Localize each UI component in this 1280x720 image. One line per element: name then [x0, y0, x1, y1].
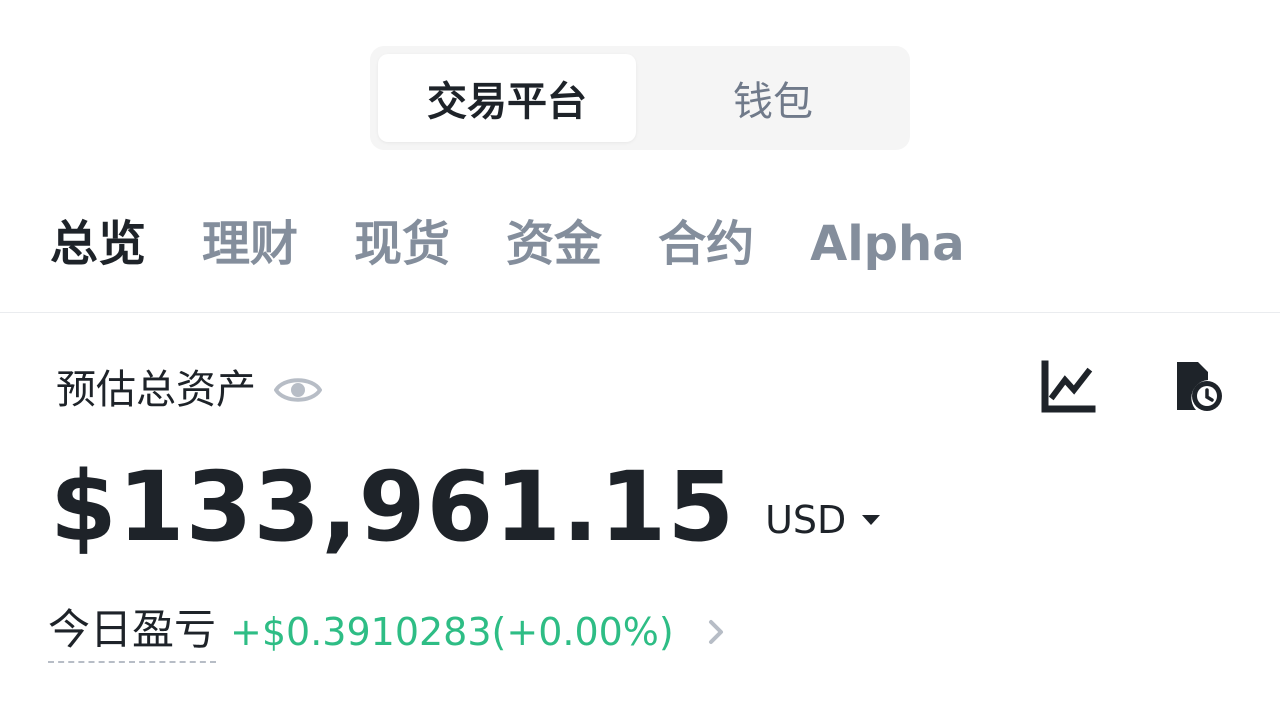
estimated-assets-label: 预估总资产: [56, 367, 256, 413]
caret-down-icon: [862, 515, 881, 525]
tab-funding[interactable]: 资金: [506, 208, 602, 280]
eye-icon[interactable]: [274, 373, 322, 407]
estimated-assets-header: 预估总资产: [56, 360, 322, 420]
tab-exchange[interactable]: 交易平台: [378, 54, 636, 142]
wallet-overview-screen: 交易平台 钱包 总览 理财 现货 资金 合约 Alpha 预估总资产 $133,…: [0, 0, 1280, 720]
tab-earn[interactable]: 理财: [202, 208, 298, 280]
currency-label: USD: [765, 498, 847, 542]
history-icon[interactable]: [1172, 360, 1224, 414]
balance-row: $133,961.15 USD: [50, 452, 882, 562]
tab-alpha[interactable]: Alpha: [810, 208, 965, 280]
currency-selector[interactable]: USD: [765, 478, 882, 562]
total-balance: $133,961.15: [50, 451, 736, 563]
tab-wallet[interactable]: 钱包: [644, 54, 902, 142]
today-pnl-value: +$0.3910283(+0.00%): [230, 610, 674, 654]
today-pnl-label[interactable]: 今日盈亏: [48, 601, 217, 663]
tab-futures[interactable]: 合约: [658, 208, 754, 280]
asset-tabs: 总览 理财 现货 资金 合约 Alpha: [50, 208, 965, 280]
account-type-switch: 交易平台 钱包: [370, 46, 910, 150]
chevron-right-icon[interactable]: [708, 619, 724, 645]
tab-overview[interactable]: 总览: [50, 208, 146, 280]
tabs-divider: [0, 312, 1280, 313]
chart-icon[interactable]: [1040, 360, 1096, 414]
tab-spot[interactable]: 现货: [354, 208, 450, 280]
today-pnl-row[interactable]: 今日盈亏 +$0.3910283(+0.00%): [48, 600, 724, 664]
